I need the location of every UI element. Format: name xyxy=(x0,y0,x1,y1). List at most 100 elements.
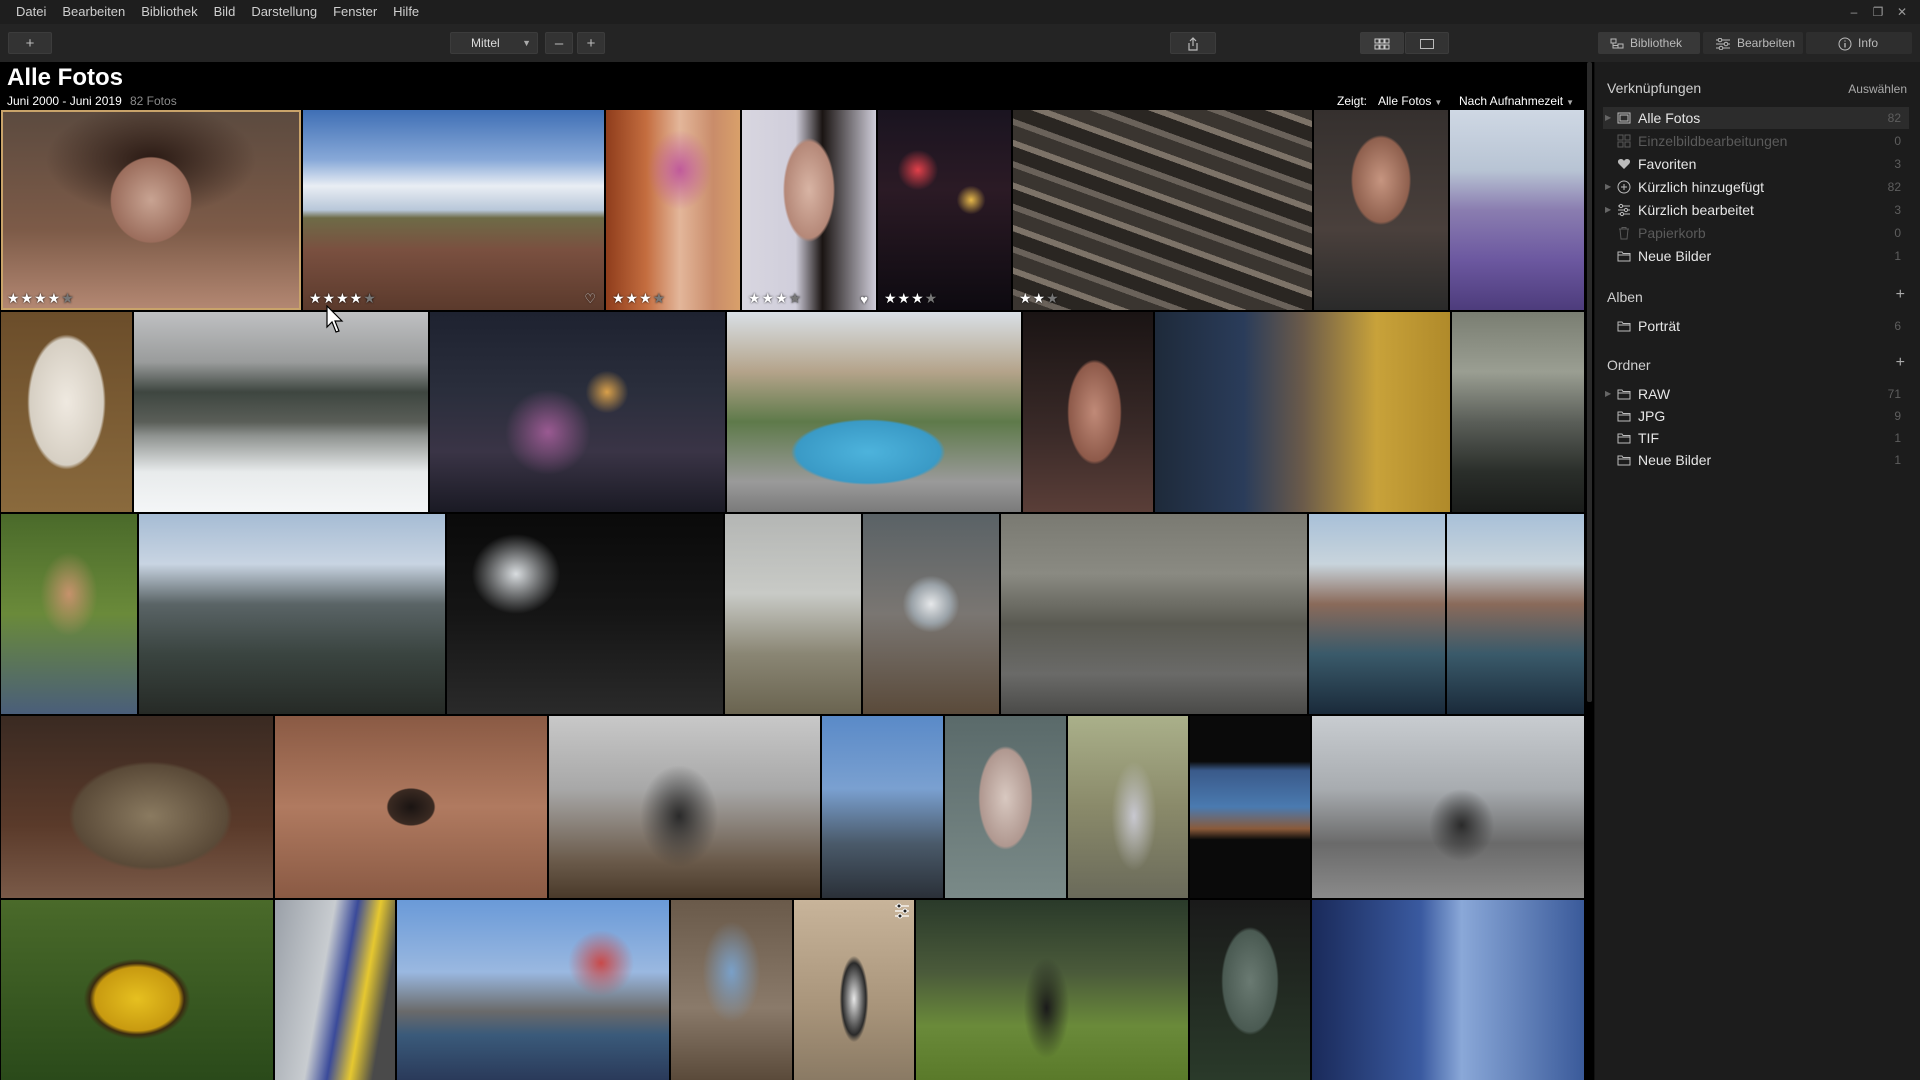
photo-thumbnail[interactable]: ★★★★ xyxy=(606,110,740,310)
photo-thumbnail[interactable] xyxy=(1155,312,1450,512)
expand-icon[interactable]: ▶ xyxy=(1605,383,1611,405)
photo-thumbnail[interactable] xyxy=(275,900,395,1080)
photo-thumbnail[interactable] xyxy=(1023,312,1153,512)
rating-value: ★★★★ xyxy=(7,290,62,306)
photo-thumbnail[interactable]: ★★★★ xyxy=(878,110,1011,310)
photo-thumbnail[interactable] xyxy=(1452,312,1584,512)
tab-bearbeiten[interactable]: Bearbeiten xyxy=(1703,32,1803,54)
photo-thumbnail[interactable] xyxy=(794,900,914,1080)
menu-bibliothek[interactable]: Bibliothek xyxy=(133,0,205,24)
photo-thumbnail[interactable] xyxy=(916,900,1188,1080)
item-count: 1 xyxy=(1894,431,1901,445)
photo-thumbnail[interactable] xyxy=(1001,514,1307,714)
photo-thumbnail[interactable] xyxy=(134,312,428,512)
menu-hilfe[interactable]: Hilfe xyxy=(385,0,427,24)
photo-thumbnail[interactable] xyxy=(139,514,445,714)
photo-thumbnail[interactable]: ★★★★★ xyxy=(1,110,301,310)
item-count: 82 xyxy=(1887,111,1901,125)
tab-info[interactable]: Info xyxy=(1806,32,1912,54)
select-button[interactable]: Auswählen xyxy=(1848,82,1907,96)
photo-thumbnail[interactable] xyxy=(1309,514,1445,714)
sidebar-item-kuerzlich-hinzugefuegt[interactable]: ▶ Kürzlich hinzugefügt 82 xyxy=(1603,176,1909,198)
tab-info-label: Info xyxy=(1858,36,1879,50)
restore-icon[interactable]: ❐ xyxy=(1866,0,1890,24)
sidebar-item-favoriten[interactable]: Favoriten 3 xyxy=(1603,153,1909,175)
photo-thumbnail[interactable] xyxy=(1312,900,1584,1080)
filter-dropdown[interactable]: Alle Fotos ▼ xyxy=(1378,94,1442,108)
photo-thumbnail[interactable]: ★★★ xyxy=(1013,110,1312,310)
sidebar-item-papierkorb[interactable]: Papierkorb 0 xyxy=(1603,222,1909,244)
zoom-in-button[interactable]: + xyxy=(577,32,605,54)
sidebar-item-kuerzlich-bearbeitet[interactable]: ▶ Kürzlich bearbeitet 3 xyxy=(1603,199,1909,221)
item-count: 9 xyxy=(1894,409,1901,423)
sidebar-item-alle-fotos[interactable]: ▶ Alle Fotos 82 xyxy=(1603,107,1909,129)
sidebar: Verknüpfungen Auswählen ▶ Alle Fotos 82 … xyxy=(1594,62,1920,1080)
photo-thumbnail[interactable]: ★★★★ ♥ xyxy=(742,110,876,310)
photo-thumbnail[interactable] xyxy=(1,716,273,898)
photo-thumbnail[interactable] xyxy=(725,514,861,714)
photo-thumbnail[interactable] xyxy=(1,900,273,1080)
expand-icon[interactable]: ▶ xyxy=(1605,107,1611,129)
photo-thumbnail[interactable] xyxy=(1190,900,1310,1080)
menu: Datei Bearbeiten Bibliothek Bild Darstel… xyxy=(8,0,427,24)
expand-icon[interactable]: ▶ xyxy=(1605,176,1611,198)
photo-thumbnail[interactable] xyxy=(1450,110,1584,310)
photo-thumbnail[interactable] xyxy=(275,716,547,898)
photo-thumbnail[interactable] xyxy=(1314,110,1448,310)
add-album-button[interactable]: + xyxy=(1896,286,1905,304)
rating-stars[interactable]: ★★★★ xyxy=(748,290,802,307)
rating-stars[interactable]: ★★★ xyxy=(1019,290,1060,307)
photo-thumbnail[interactable] xyxy=(397,900,669,1080)
share-button[interactable] xyxy=(1170,32,1216,54)
minimize-icon[interactable]: – xyxy=(1842,0,1866,24)
photo-thumbnail[interactable]: ★★★★★ ♡ xyxy=(303,110,604,310)
rating-stars[interactable]: ★★★★ xyxy=(612,290,666,307)
sidebar-item-neue-bilder[interactable]: Neue Bilder 1 xyxy=(1603,245,1909,267)
close-icon[interactable]: ✕ xyxy=(1890,0,1914,24)
photo-thumbnail[interactable] xyxy=(671,900,792,1080)
photo-thumbnail[interactable] xyxy=(1447,514,1584,714)
thumbnail-size-select[interactable]: Mittel ▼ xyxy=(450,32,538,54)
menu-bild[interactable]: Bild xyxy=(206,0,244,24)
photo-thumbnail[interactable] xyxy=(430,312,725,512)
chevron-down-icon: ▼ xyxy=(1434,98,1443,107)
photo-thumbnail[interactable] xyxy=(1190,716,1310,898)
expand-icon[interactable]: ▶ xyxy=(1605,199,1611,221)
photo-thumbnail[interactable] xyxy=(549,716,820,898)
grid-view-button[interactable] xyxy=(1360,32,1404,54)
album-icon xyxy=(1617,321,1631,332)
favorite-heart-icon[interactable]: ♡ xyxy=(584,291,596,307)
sidebar-item-einzelbildbearbeitungen[interactable]: Einzelbildbearbeitungen 0 xyxy=(1603,130,1909,152)
photo-thumbnail[interactable] xyxy=(1068,716,1188,898)
rating-stars[interactable]: ★★★★ xyxy=(884,290,938,307)
single-view-button[interactable] xyxy=(1405,32,1449,54)
menu-bearbeiten[interactable]: Bearbeiten xyxy=(54,0,133,24)
add-folder-button[interactable]: + xyxy=(1896,354,1905,372)
sidebar-item-portraet[interactable]: Porträt 6 xyxy=(1603,315,1909,337)
sidebar-item-label: Kürzlich hinzugefügt xyxy=(1638,179,1765,195)
menu-datei[interactable]: Datei xyxy=(8,0,54,24)
folder-icon xyxy=(1617,433,1631,444)
photo-thumbnail[interactable] xyxy=(727,312,1021,512)
photo-thumbnail[interactable] xyxy=(863,514,999,714)
photo-thumbnail[interactable] xyxy=(1,514,137,714)
menu-fenster[interactable]: Fenster xyxy=(325,0,385,24)
zoom-out-button[interactable]: – xyxy=(545,32,573,54)
grid-scrollbar[interactable] xyxy=(1587,62,1592,702)
sidebar-item-jpg[interactable]: JPG 9 xyxy=(1603,405,1909,427)
item-count: 0 xyxy=(1894,134,1901,148)
photo-thumbnail[interactable] xyxy=(945,716,1066,898)
photo-thumbnail[interactable] xyxy=(447,514,723,714)
sidebar-item-neue-bilder-folder[interactable]: Neue Bilder 1 xyxy=(1603,449,1909,471)
sort-dropdown[interactable]: Nach Aufnahmezeit ▼ xyxy=(1459,94,1574,108)
add-button[interactable]: + xyxy=(8,32,52,54)
sidebar-item-raw[interactable]: ▶ RAW 71 xyxy=(1603,383,1909,405)
photo-thumbnail[interactable] xyxy=(822,716,943,898)
tab-bibliothek[interactable]: Bibliothek xyxy=(1598,32,1700,54)
sidebar-item-tif[interactable]: TIF 1 xyxy=(1603,427,1909,449)
menu-darstellung[interactable]: Darstellung xyxy=(243,0,325,24)
favorite-heart-icon[interactable]: ♥ xyxy=(860,292,868,307)
rating-stars[interactable]: ★★★★★ xyxy=(7,290,75,307)
photo-thumbnail[interactable] xyxy=(1,312,132,512)
photo-thumbnail[interactable] xyxy=(1312,716,1584,898)
